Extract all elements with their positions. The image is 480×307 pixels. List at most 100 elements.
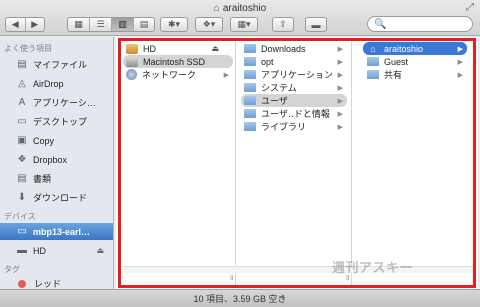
sidebar-item-copy[interactable]: ▣ Copy — [0, 132, 113, 149]
column-item-user-data[interactable]: ユーザ‥ドと情報 ▶ — [241, 107, 347, 120]
column-2: Downloads ▶ opt ▶ アプリケーション ▶ システム ▶ ユーザ ▶ ユーザ… — [237, 38, 352, 286]
list-view-button[interactable]: ☰ — [90, 18, 112, 31]
title-bar: ⌂ araitoshio ⤢ ◀ ▶ ▦ ☰ ▥ ▤ ✱▾ ❖▾ ▦▾ ⇪ ▬ 🔍 — [0, 0, 480, 36]
dropbox-icon: ❖ — [17, 154, 27, 165]
folder-icon — [244, 122, 256, 131]
chevron-right-icon: ▶ — [337, 97, 343, 105]
folder-icon — [244, 109, 256, 118]
arrange-menu-button[interactable]: ▦▾ — [230, 17, 258, 32]
sidebar-item-tag-red[interactable]: レッド — [0, 275, 113, 289]
chevron-right-icon: ▶ — [457, 71, 463, 79]
watermark: 週刊アスキー — [332, 260, 414, 275]
sidebar-item-label: mbp13-earl… — [33, 226, 91, 237]
eject-icon[interactable]: ⏏ — [96, 246, 104, 255]
sidebar-item-label: HD — [33, 245, 46, 256]
column-1: HD ⏏ Macintosh SSD ネットワーク ▶ Ⅱ — [121, 38, 236, 286]
chevron-right-icon: ▶ — [337, 110, 343, 118]
column-item-shared[interactable]: 共有 ▶ — [363, 68, 467, 81]
action-menu-button[interactable]: ✱▾ — [160, 17, 188, 32]
tag-button[interactable]: ▬ — [305, 17, 327, 32]
sidebar-item-desktop[interactable]: ▭ デスクトップ — [0, 113, 113, 130]
sidebar-item-dropbox[interactable]: ❖ Dropbox — [0, 151, 113, 168]
devices-heading: デバイス — [4, 212, 36, 221]
sidebar-item-hd[interactable]: ▬ HD ⏏ — [0, 242, 113, 259]
coverflow-view-button[interactable]: ▤ — [134, 18, 154, 31]
view-mode-control: ▦ ☰ ▥ ▤ — [67, 17, 155, 32]
column-item-araitoshio[interactable]: ⌂ araitoshio ▶ — [363, 42, 467, 55]
sidebar-item-label: アプリケーシ… — [33, 98, 96, 108]
column-item-label: ユーザ — [261, 96, 288, 106]
fullscreen-icon[interactable]: ⤢ — [466, 2, 474, 13]
folder-icon — [244, 57, 256, 66]
sidebar-item-label: Copy — [33, 135, 55, 146]
folder-icon — [367, 57, 379, 66]
column-item-label: HD — [143, 43, 156, 54]
folder-icon — [367, 70, 379, 79]
sidebar-item-airdrop[interactable]: ◬ AirDrop — [0, 75, 113, 92]
sidebar-item-mbp13[interactable]: ▭ mbp13-earl… — [0, 223, 113, 240]
sidebar-item-label: 書類 — [33, 174, 52, 184]
network-icon — [126, 69, 137, 80]
eject-icon[interactable]: ⏏ — [211, 44, 219, 53]
desktop-icon: ▭ — [17, 116, 27, 127]
back-button[interactable]: ◀ — [6, 18, 26, 31]
sidebar-item-label: マイファイル — [33, 60, 88, 70]
disk-icon — [126, 56, 138, 67]
chevron-right-icon: ▶ — [337, 84, 343, 92]
sidebar-item-label: ダウンロード — [33, 193, 88, 203]
documents-icon: ▤ — [17, 173, 27, 184]
search-field[interactable]: 🔍 — [367, 16, 473, 32]
home-icon: ⌂ — [213, 3, 220, 14]
sidebar-item-downloads[interactable]: ⬇ ダウンロード — [0, 189, 113, 206]
column-item-guest[interactable]: Guest ▶ — [363, 55, 467, 68]
column-item-opt[interactable]: opt ▶ — [241, 55, 347, 68]
red-tag-icon — [18, 279, 26, 288]
search-icon: 🔍 — [374, 18, 387, 30]
share-button[interactable]: ⇪ — [272, 17, 294, 32]
all-files-icon: ▤ — [17, 59, 27, 70]
folder-icon — [244, 83, 256, 92]
chevron-right-icon: ▶ — [337, 123, 343, 131]
status-bar: 10 項目、3.59 GB 空き — [0, 289, 480, 307]
back-forward-control: ◀ ▶ — [5, 17, 45, 32]
column-resize-grip[interactable]: Ⅱ — [230, 274, 233, 282]
forward-button[interactable]: ▶ — [26, 18, 45, 31]
folder-icon — [244, 70, 256, 79]
column-item-label: 共有 — [384, 70, 403, 80]
sidebar-item-label: AirDrop — [33, 78, 64, 89]
column-item-label: システム — [261, 83, 297, 93]
column-view-button[interactable]: ▥ — [112, 18, 134, 31]
horizontal-scrollbar[interactable] — [122, 266, 473, 273]
column-item-label: Macintosh SSD — [143, 56, 206, 67]
column-item-applications[interactable]: アプリケーション ▶ — [241, 68, 347, 81]
dropbox-menu-button[interactable]: ❖▾ — [195, 17, 223, 32]
column-item-label: opt — [261, 56, 274, 67]
sidebar-item-applications[interactable]: A アプリケーシ… — [0, 94, 113, 111]
disk-icon — [126, 43, 138, 54]
home-icon: ⌂ — [370, 43, 376, 54]
window-title: ⌂ araitoshio — [0, 3, 480, 14]
column-item-network[interactable]: ネットワーク ▶ — [123, 68, 233, 81]
chevron-right-icon: ▶ — [337, 58, 343, 66]
sidebar-item-all-files[interactable]: ▤ マイファイル — [0, 56, 113, 73]
sidebar: よく使う項目 ▤ マイファイル ◬ AirDrop A アプリケーシ… ▭ デスクトップ… — [0, 37, 114, 289]
applications-icon: A — [18, 97, 26, 108]
sidebar-item-label: デスクトップ — [33, 117, 88, 127]
window-title-text: araitoshio — [222, 3, 267, 14]
folder-icon — [244, 96, 256, 105]
disk-icon: ▬ — [17, 245, 27, 256]
column-item-label: ユーザ‥ドと情報 — [261, 109, 330, 119]
icon-view-button[interactable]: ▦ — [68, 18, 90, 31]
sidebar-item-label: レッド — [34, 279, 62, 289]
sidebar-item-documents[interactable]: ▤ 書類 — [0, 170, 113, 187]
column-item-library[interactable]: ライブラリ ▶ — [241, 120, 347, 133]
chevron-right-icon: ▶ — [337, 71, 343, 79]
column-item-label: ネットワーク — [142, 70, 197, 80]
column-item-downloads[interactable]: Downloads ▶ — [241, 42, 347, 55]
column-item-hd[interactable]: HD ⏏ — [123, 42, 233, 55]
column-item-users[interactable]: ユーザ ▶ — [241, 94, 347, 107]
column-item-system[interactable]: システム ▶ — [241, 81, 347, 94]
column-item-macintosh-ssd[interactable]: Macintosh SSD — [123, 55, 233, 68]
favorites-heading: よく使う項目 — [4, 44, 52, 53]
chevron-right-icon: ▶ — [457, 45, 463, 53]
